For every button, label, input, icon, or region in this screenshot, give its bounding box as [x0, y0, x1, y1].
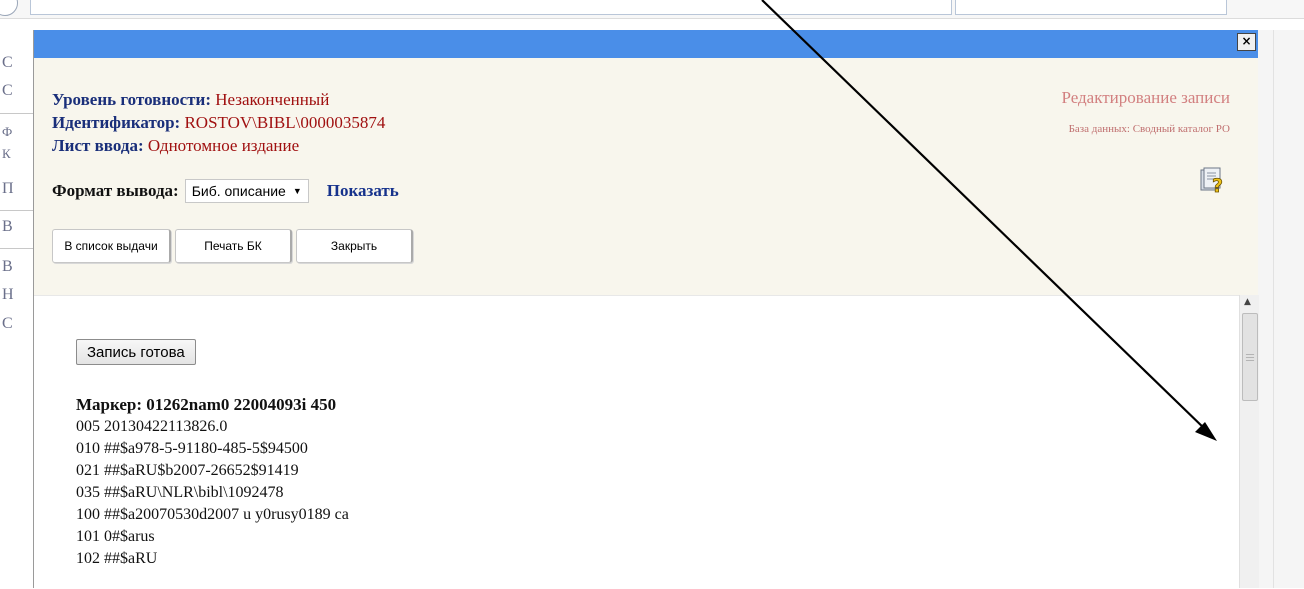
annotation-arrow: [761, 0, 1217, 441]
